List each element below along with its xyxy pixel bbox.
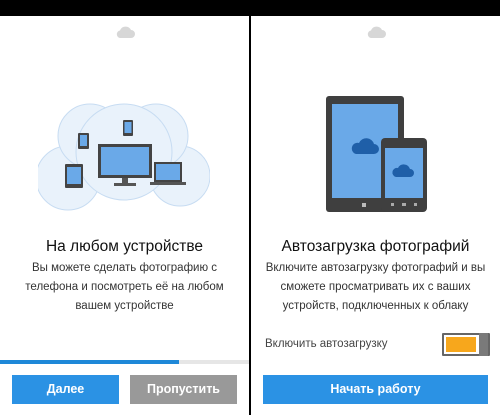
autoupload-toggle-row: Включить автозагрузку — [265, 333, 490, 357]
laptop-device — [150, 162, 186, 185]
next-button[interactable]: Далее — [12, 375, 119, 404]
tablet-small-device — [65, 164, 83, 188]
onboarding-screen-autoupload: Автозагрузка фотографий Включите автозаг… — [251, 0, 500, 415]
phone-device — [123, 120, 133, 136]
toggle-knob[interactable] — [479, 333, 488, 356]
cloud-icon — [367, 26, 386, 38]
description-text: Вы можете сделать фотографию с телефона … — [25, 262, 224, 312]
autoupload-toggle[interactable] — [442, 333, 490, 356]
page-title: Автозагрузка фотографий — [281, 238, 470, 255]
tablet-device — [78, 133, 89, 149]
progress-fill — [0, 360, 180, 364]
start-button[interactable]: Начать работу — [263, 375, 488, 404]
autoupload-toggle-label: Включить автозагрузку — [265, 338, 388, 350]
devices-cloud-illustration — [38, 103, 210, 211]
phone-device — [381, 138, 427, 212]
tablet-phone-illustration — [326, 96, 427, 212]
status-bar — [0, 0, 249, 16]
onboarding-screen-devices: На любом устройстве Вы можете сделать фо… — [0, 0, 249, 415]
toggle-track — [446, 337, 476, 352]
onboarding-progress — [0, 360, 249, 364]
description-text: Включите автозагрузку фотографий и вы см… — [265, 262, 486, 312]
cloud-icon — [116, 26, 135, 38]
status-bar — [251, 0, 500, 16]
page-title: На любом устройстве — [45, 238, 204, 255]
skip-button[interactable]: Пропустить — [130, 375, 237, 404]
